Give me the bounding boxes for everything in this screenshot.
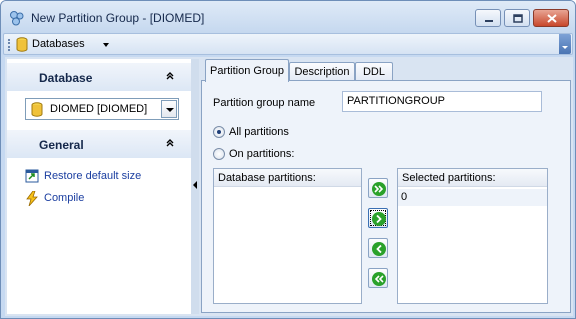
collapse-up-icon[interactable] <box>165 138 175 148</box>
navigation-panel: Database DIOMED [DIOMED] General Restore… <box>7 59 191 314</box>
tab-ddl[interactable]: DDL <box>355 62 393 81</box>
database-section-header[interactable]: Database <box>7 63 191 91</box>
dropdown-arrow-button[interactable] <box>161 100 177 118</box>
toolbar-grip[interactable] <box>8 39 10 51</box>
list-item[interactable]: 0 <box>398 189 547 206</box>
database-select-value: DIOMED [DIOMED] <box>50 103 148 115</box>
compile-label[interactable]: Compile <box>44 192 84 204</box>
tab-label: Partition Group <box>210 65 284 77</box>
add-selected-button[interactable] <box>368 208 388 228</box>
content-area: Database DIOMED [DIOMED] General Restore… <box>5 57 573 316</box>
database-icon <box>16 37 28 52</box>
on-partitions-label[interactable]: On partitions: <box>229 148 294 160</box>
selected-partitions-list[interactable]: Selected partitions: 0 <box>397 168 548 304</box>
collapse-left-icon[interactable] <box>193 181 197 189</box>
databases-menu-label[interactable]: Databases <box>32 38 85 50</box>
remove-all-button[interactable] <box>368 268 388 288</box>
group-name-label: Partition group name <box>213 97 316 109</box>
database-partitions-list[interactable]: Database partitions: <box>213 168 362 304</box>
double-chevron-right-icon <box>372 182 386 196</box>
chevron-left-icon <box>372 242 386 256</box>
toolbar-options-button[interactable] <box>559 34 571 54</box>
add-all-button[interactable] <box>368 178 388 198</box>
database-select[interactable]: DIOMED [DIOMED] <box>25 98 179 120</box>
database-icon <box>31 102 43 117</box>
title-bar[interactable]: New Partition Group - [DIOMED] <box>1 1 575 33</box>
database-section-title: Database <box>39 71 93 85</box>
tab-label: Description <box>294 66 350 78</box>
tab-partition-group[interactable]: Partition Group <box>205 59 289 82</box>
minimize-button[interactable] <box>475 9 501 27</box>
restore-default-size-label[interactable]: Restore default size <box>44 170 141 182</box>
general-section-title: General <box>39 138 84 152</box>
selected-partitions-header: Selected partitions: <box>398 169 547 187</box>
on-partitions-radio[interactable] <box>213 148 225 160</box>
main-toolbar: Databases <box>3 33 573 55</box>
panel-splitter[interactable] <box>191 59 199 314</box>
double-chevron-left-icon <box>372 272 386 286</box>
restore-default-size-link[interactable]: Restore default size <box>25 169 175 185</box>
lightning-icon <box>26 191 38 206</box>
remove-selected-button[interactable] <box>368 238 388 258</box>
tab-label: DDL <box>362 66 385 78</box>
restore-size-icon <box>25 169 39 183</box>
maximize-button[interactable] <box>504 9 530 27</box>
database-partitions-header: Database partitions: <box>214 169 361 187</box>
maximize-icon <box>513 14 523 23</box>
partition-group-page: Partition group name PARTITIONGROUP All … <box>201 80 571 313</box>
partition-group-window: New Partition Group - [DIOMED] Databases… <box>0 0 576 319</box>
all-partitions-label[interactable]: All partitions <box>229 126 289 138</box>
all-partitions-radio[interactable] <box>213 126 225 138</box>
minimize-icon <box>485 20 493 22</box>
partition-group-app-icon <box>10 11 24 26</box>
collapse-up-icon[interactable] <box>165 71 175 81</box>
group-name-input[interactable]: PARTITIONGROUP <box>342 91 542 112</box>
window-title: New Partition Group - [DIOMED] <box>31 11 205 25</box>
chevron-down-icon[interactable] <box>103 43 109 47</box>
close-button[interactable] <box>533 9 569 27</box>
chevron-right-icon <box>372 212 386 226</box>
general-section-header[interactable]: General <box>7 130 191 158</box>
tab-description[interactable]: Description <box>289 62 355 81</box>
close-icon <box>547 14 557 23</box>
compile-link[interactable]: Compile <box>25 191 105 207</box>
